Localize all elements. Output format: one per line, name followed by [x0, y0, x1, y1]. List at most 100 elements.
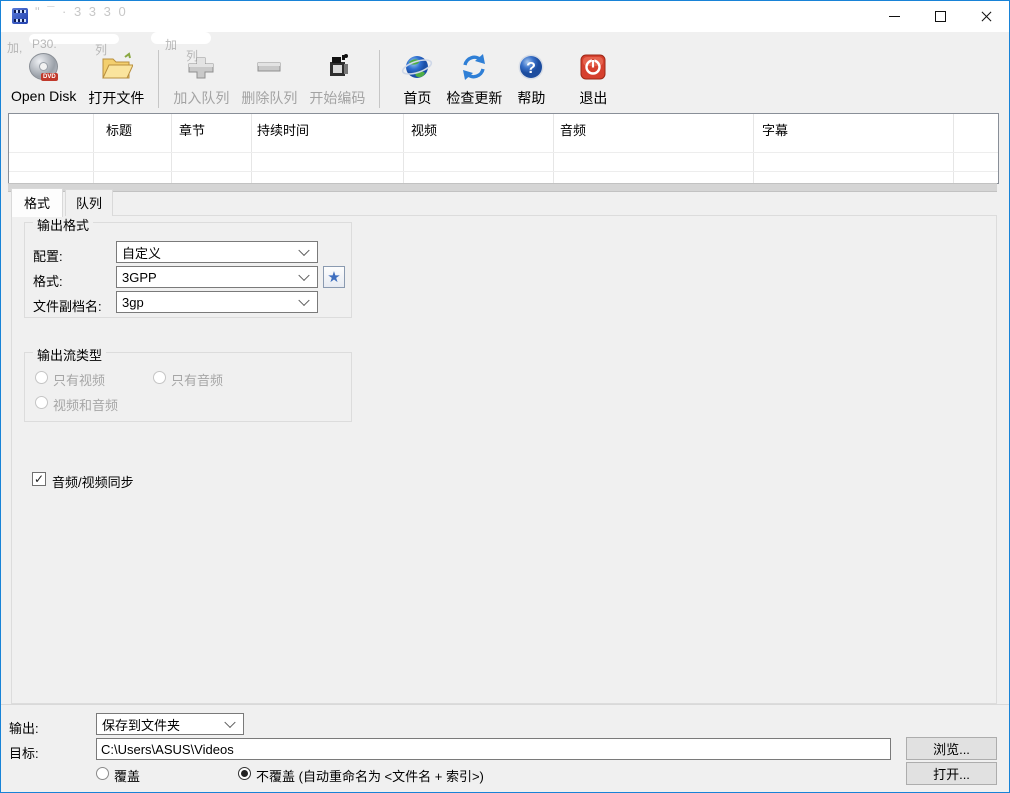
format-tab-panel: 输出格式 配置: 自定义 格式: 3GPP ★ 文件副档名: 3gp 输出流类型: [11, 215, 997, 704]
overwrite-label: 覆盖: [114, 766, 140, 785]
stream-type-group: 输出流类型 只有视频 只有音频 视频和音频: [24, 352, 352, 422]
grid-line: [9, 152, 998, 153]
app-icon: [12, 8, 28, 24]
stream-type-group-title: 输出流类型: [33, 345, 106, 364]
horizontal-scrollbar[interactable]: [8, 183, 997, 192]
tab-strip: 格式 队列: [11, 193, 115, 216]
overwrite-radio[interactable]: [96, 767, 109, 780]
av-sync-checkbox[interactable]: ✓: [32, 472, 46, 486]
file-list[interactable]: 标题 章节 持续时间 视频 音频 字幕: [8, 113, 999, 184]
maximize-button[interactable]: [917, 1, 963, 32]
output-section: 输出: 保存到文件夹 目标: 浏览... 覆盖 不覆盖 (自动重命名为 <文件名…: [1, 704, 1009, 793]
app-window: ʺ ¯ · 3 3 3 0 加, P30. 列 加 列 DVD Open Dis…: [0, 0, 1010, 793]
start-encode-icon: [320, 50, 354, 84]
column-divider[interactable]: [403, 114, 404, 183]
remove-queue-icon: [252, 50, 286, 84]
column-header-duration[interactable]: 持续时间: [257, 120, 309, 139]
dvd-disc-icon: DVD: [27, 50, 61, 84]
output-format-group: 输出格式 配置: 自定义 格式: 3GPP ★ 文件副档名: 3gp: [24, 222, 352, 318]
help-button[interactable]: ? 帮助: [508, 48, 554, 110]
chevron-down-icon: [298, 295, 309, 306]
remove-queue-button[interactable]: 删除队列: [235, 48, 303, 110]
open-disk-button[interactable]: DVD Open Disk: [5, 48, 82, 106]
favorite-format-button[interactable]: ★: [323, 266, 345, 288]
browse-button[interactable]: 浏览...: [906, 737, 997, 760]
output-mode-combobox[interactable]: 保存到文件夹: [96, 713, 244, 735]
check-icon: ✓: [34, 472, 44, 486]
target-label: 目标:: [9, 743, 39, 762]
column-header-title[interactable]: 标题: [106, 120, 132, 139]
column-divider[interactable]: [171, 114, 172, 183]
repaint-smear: [29, 34, 119, 44]
browse-button-label: 浏览...: [933, 739, 970, 758]
open-target-button-label: 打开...: [933, 764, 970, 783]
start-encode-button[interactable]: 开始编码: [303, 48, 371, 110]
minimize-button[interactable]: [871, 1, 917, 32]
help-icon: ?: [514, 50, 548, 84]
close-icon: [981, 11, 992, 22]
output-mode-value: 保存到文件夹: [102, 715, 180, 734]
column-divider[interactable]: [953, 114, 954, 183]
no-overwrite-label: 不覆盖 (自动重命名为 <文件名 + 索引>): [256, 766, 484, 785]
column-divider[interactable]: [93, 114, 94, 183]
column-header-chapter[interactable]: 章节: [179, 120, 205, 139]
chevron-down-icon: [298, 245, 309, 256]
no-overwrite-radio[interactable]: [238, 767, 251, 780]
open-disk-label: Open Disk: [11, 88, 76, 104]
output-format-group-title: 输出格式: [33, 215, 93, 234]
column-divider[interactable]: [553, 114, 554, 183]
column-divider[interactable]: [251, 114, 252, 183]
open-folder-icon: [99, 50, 133, 84]
exit-label: 退出: [579, 88, 607, 108]
target-path-input[interactable]: [96, 738, 891, 760]
exit-button[interactable]: 退出: [570, 48, 616, 110]
remove-queue-label: 删除队列: [241, 88, 297, 108]
profile-combobox[interactable]: 自定义: [116, 241, 318, 263]
window-title-ghost: ʺ ¯ · 3 3 3 0: [35, 4, 128, 18]
format-combobox[interactable]: 3GPP: [116, 266, 318, 288]
chevron-down-icon: [298, 270, 309, 281]
output-label: 输出:: [9, 718, 39, 737]
home-button[interactable]: 首页: [394, 48, 440, 110]
column-header-video[interactable]: 视频: [411, 120, 437, 139]
chevron-down-icon: [224, 717, 235, 728]
extension-combobox[interactable]: 3gp: [116, 291, 318, 313]
column-divider[interactable]: [753, 114, 754, 183]
tab-format[interactable]: 格式: [11, 188, 63, 217]
tab-queue[interactable]: 队列: [65, 189, 113, 216]
audio-only-radio[interactable]: [153, 371, 166, 384]
check-update-button[interactable]: 检查更新: [440, 48, 508, 110]
home-globe-icon: [400, 50, 434, 84]
open-target-button[interactable]: 打开...: [906, 762, 997, 785]
format-value: 3GPP: [122, 270, 157, 285]
window-controls: [871, 1, 1009, 32]
column-header-audio[interactable]: 音频: [560, 120, 586, 139]
minimize-icon: [889, 16, 900, 17]
av-sync-label: 音频/视频同步: [52, 472, 134, 491]
toolbar: 加, P30. 列 加 列 DVD Open Disk: [1, 32, 1009, 112]
title-bar: ʺ ¯ · 3 3 3 0: [1, 1, 1009, 32]
video-only-label: 只有视频: [53, 370, 105, 389]
open-file-label: 打开文件: [88, 88, 144, 108]
video-and-audio-radio[interactable]: [35, 396, 48, 409]
extension-value: 3gp: [122, 295, 144, 310]
profile-label: 配置:: [33, 246, 63, 265]
maximize-icon: [935, 11, 946, 22]
column-header-subtitle[interactable]: 字幕: [762, 120, 788, 139]
start-encode-label: 开始编码: [309, 88, 365, 108]
format-label: 格式:: [33, 271, 63, 290]
profile-value: 自定义: [122, 243, 161, 262]
exit-icon: [576, 50, 610, 84]
video-and-audio-label: 视频和音频: [53, 395, 118, 414]
help-label: 帮助: [517, 88, 545, 108]
repaint-smear: [151, 32, 211, 44]
star-icon: ★: [327, 270, 340, 285]
toolbar-separator: [158, 50, 159, 108]
open-file-button[interactable]: 打开文件: [82, 48, 150, 110]
check-update-icon: [457, 50, 491, 84]
add-queue-icon: [184, 50, 218, 84]
close-button[interactable]: [963, 1, 1009, 32]
add-queue-button[interactable]: 加入队列: [167, 48, 235, 110]
video-only-radio[interactable]: [35, 371, 48, 384]
toolbar-separator: [379, 50, 380, 108]
